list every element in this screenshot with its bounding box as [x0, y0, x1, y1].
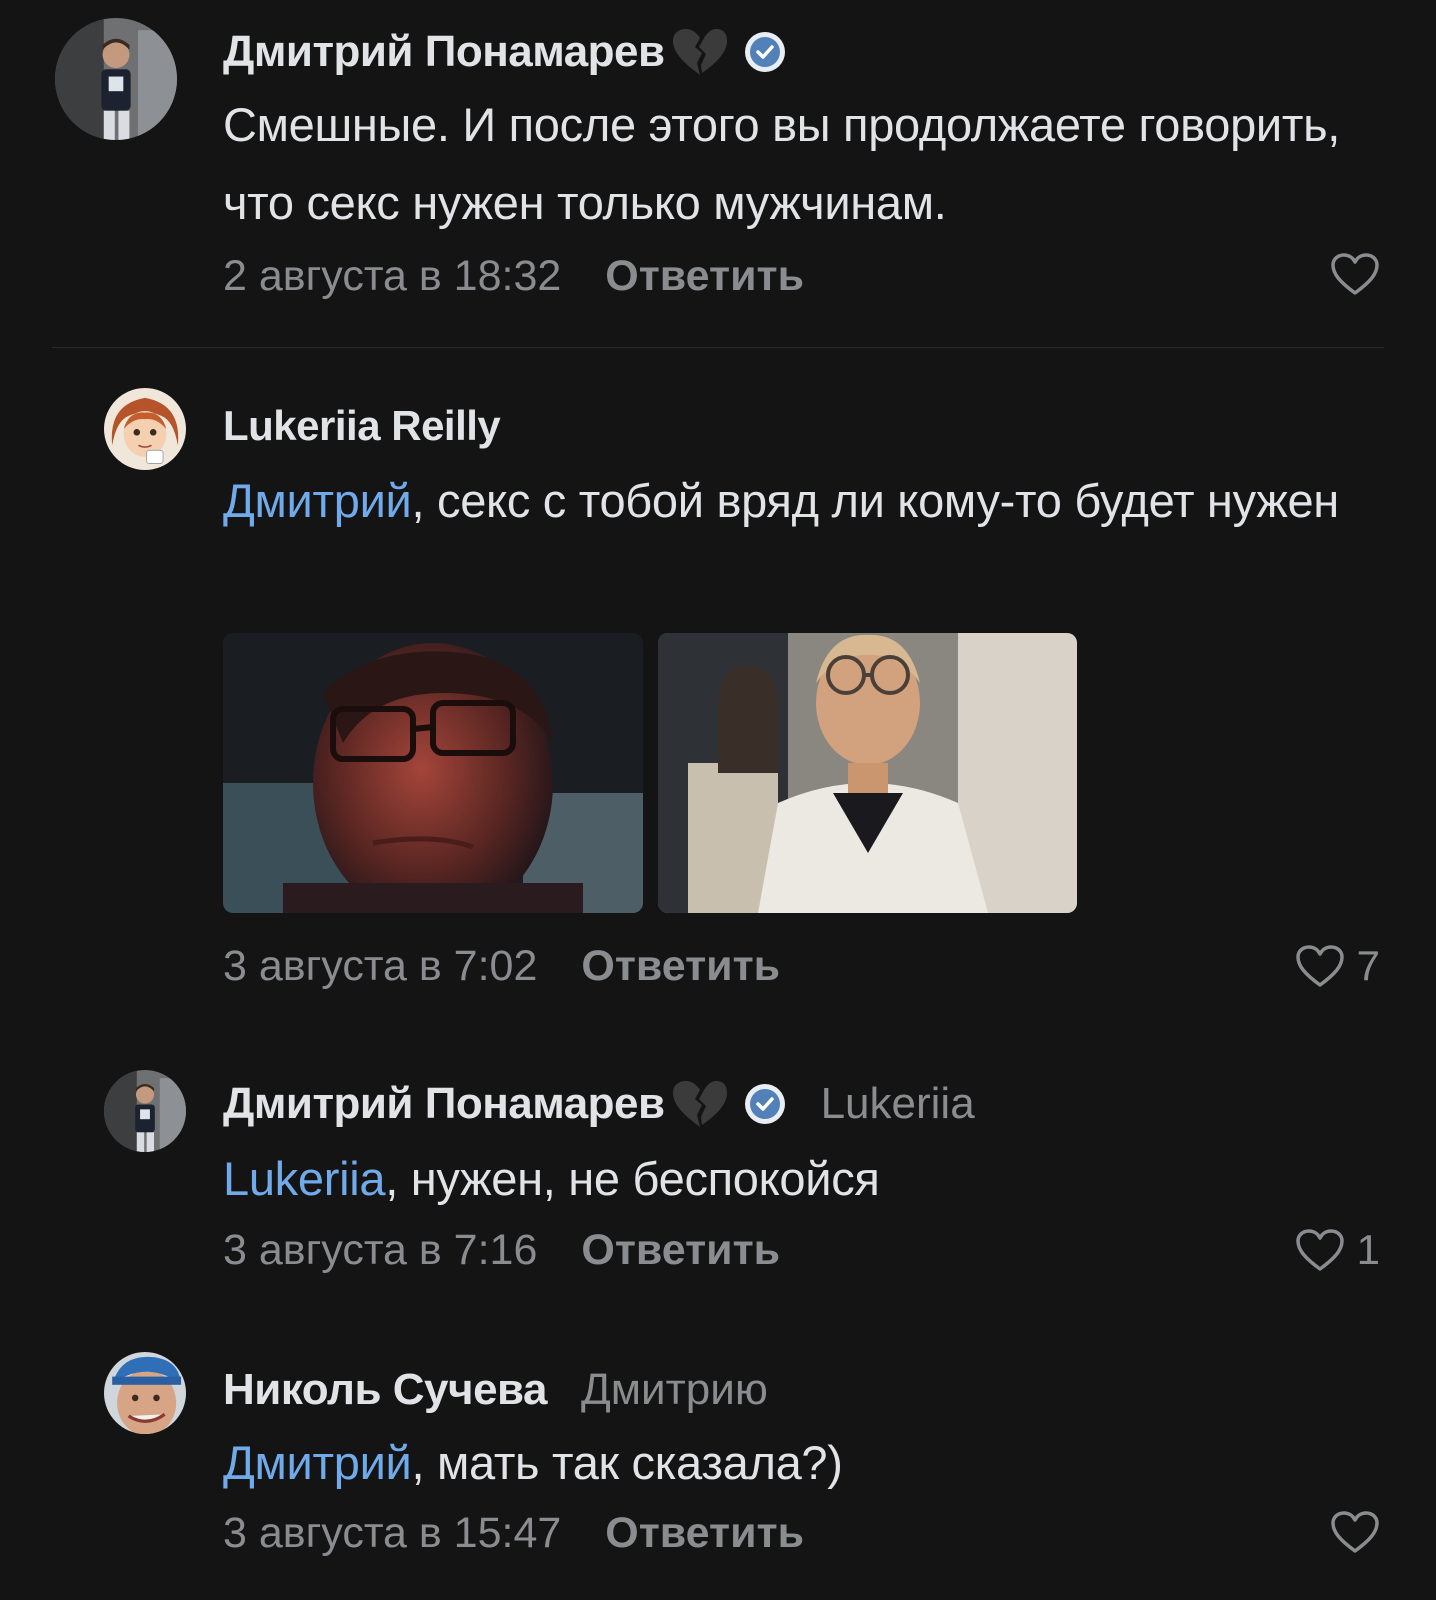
comment-text: Смешные. И после этого вы продолжаете го… [223, 98, 1341, 229]
divider [52, 347, 1384, 348]
author-name[interactable]: Дмитрий Понамарев [223, 1079, 665, 1129]
like-count: 7 [1356, 942, 1380, 989]
reply-button[interactable]: Ответить [605, 1509, 804, 1558]
broken-heart-icon [672, 29, 727, 75]
author-line: Николь Сучева Дмитрию [223, 1360, 768, 1420]
author-name[interactable]: Дмитрий Понамарев [223, 27, 665, 77]
reply-button[interactable]: Ответить [605, 252, 804, 301]
mention-link[interactable]: Дмитрий [223, 1436, 412, 1489]
comment-date[interactable]: 3 августа в 7:02 [223, 942, 537, 991]
reply-to-name[interactable]: Lukeriia [821, 1079, 975, 1129]
comment-text: Дмитрий, секс с тобой вряд ли кому-то бу… [223, 462, 1393, 540]
comment-body: , мать так сказала?) [411, 1436, 843, 1489]
comment-meta: 2 августа в 18:32 Ответить [223, 248, 804, 304]
avatar[interactable] [104, 1070, 186, 1152]
comment-body: , секс с тобой вряд ли кому-то будет нуж… [411, 474, 1339, 527]
author-line: Lukeriia Reilly [223, 396, 501, 456]
photo-attachment[interactable] [223, 633, 643, 913]
heart-outline-icon [1331, 1511, 1379, 1553]
comment-date[interactable]: 2 августа в 18:32 [223, 252, 561, 301]
like-count: 1 [1356, 1226, 1380, 1273]
comment-text: Дмитрий, мать так сказала?) [223, 1424, 1393, 1502]
reply-button[interactable]: Ответить [581, 1226, 780, 1275]
like-button[interactable]: 7 [1295, 942, 1380, 990]
author-line: Дмитрий Понамарев [223, 24, 787, 80]
avatar[interactable] [104, 1352, 186, 1434]
comment-text: Lukeriia, нужен, не беспокойся [223, 1140, 1393, 1218]
author-line: Дмитрий Понамарев Lukeriia [223, 1074, 975, 1134]
mention-link[interactable]: Дмитрий [223, 474, 412, 527]
heart-outline-icon [1295, 945, 1344, 987]
comment-meta: 3 августа в 7:16 Ответить [223, 1222, 780, 1278]
avatar[interactable] [104, 388, 186, 470]
verified-icon [744, 32, 785, 72]
mention-link[interactable]: Lukeriia [223, 1152, 386, 1205]
like-button[interactable] [1330, 1510, 1380, 1554]
broken-heart-icon [672, 1081, 727, 1127]
comment-date[interactable]: 3 августа в 15:47 [223, 1509, 561, 1558]
comment-date[interactable]: 3 августа в 7:16 [223, 1226, 537, 1275]
comment-meta: 3 августа в 7:02 Ответить [223, 938, 780, 994]
avatar[interactable] [55, 18, 177, 140]
heart-outline-icon [1295, 1229, 1344, 1271]
photo-attachment[interactable] [658, 633, 1077, 913]
reply-to-name[interactable]: Дмитрию [581, 1365, 768, 1415]
comment-body: , нужен, не беспокойся [385, 1152, 880, 1205]
comment-meta: 3 августа в 15:47 Ответить [223, 1505, 804, 1561]
author-name[interactable]: Lukeriia Reilly [223, 402, 501, 450]
verified-icon [744, 1084, 785, 1124]
like-button[interactable]: 1 [1295, 1226, 1380, 1274]
reply-button[interactable]: Ответить [581, 942, 780, 991]
heart-outline-icon [1331, 253, 1379, 295]
author-name[interactable]: Николь Сучева [223, 1365, 547, 1415]
like-button[interactable] [1330, 252, 1380, 296]
